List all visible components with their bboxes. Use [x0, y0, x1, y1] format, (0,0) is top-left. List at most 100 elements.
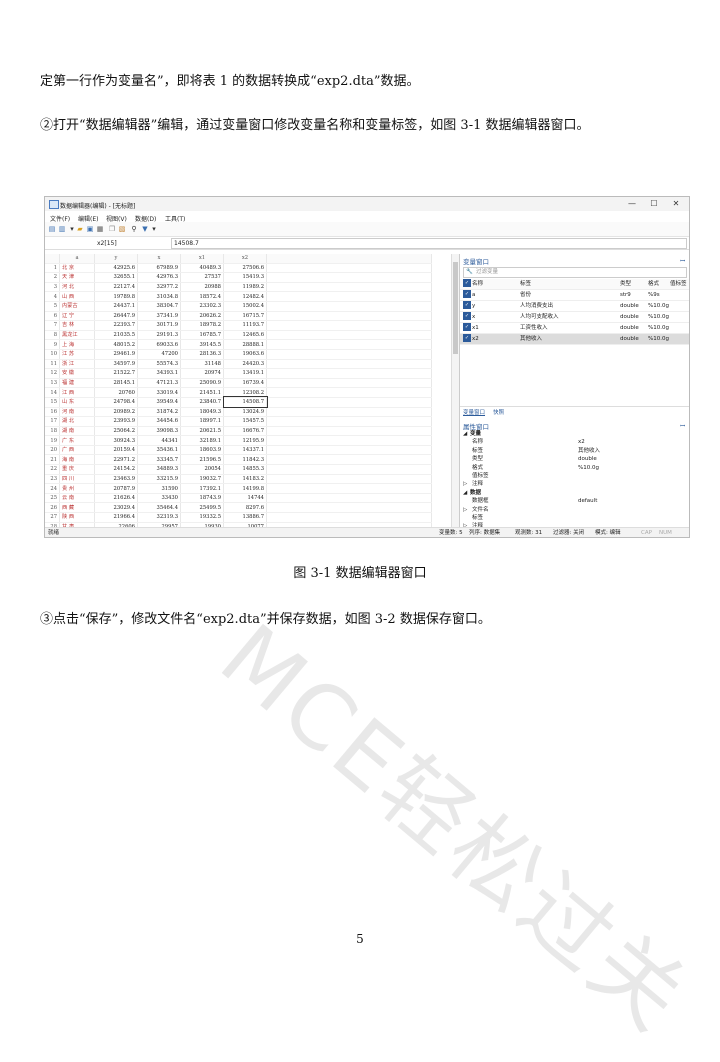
data-grid[interactable]: a y x x1 x2 1北 京 42925.6 67989.9 40489.3 275…	[45, 254, 451, 527]
cell-value[interactable]: 24420.3	[223, 359, 267, 370]
cell-value[interactable]: 25499.5	[180, 502, 224, 514]
table-row[interactable]: 18 湖 南 25064.2 39098.3 20621.5 16676.7	[45, 426, 432, 437]
cell-value[interactable]: 31874.2	[137, 407, 181, 418]
cell-value[interactable]: 31034.8	[137, 291, 181, 302]
cell-province[interactable]: 海 南	[59, 454, 95, 466]
cell-value[interactable]: 14508.7	[222, 396, 268, 408]
cell-value[interactable]: 24798.4	[94, 397, 138, 408]
minimize-button[interactable]: —	[623, 199, 641, 209]
variable-checkbox[interactable]: ✓	[463, 323, 471, 331]
cell-value[interactable]: 15002.4	[223, 301, 267, 312]
property-row[interactable]: 标签 其他收入	[460, 447, 689, 455]
cell-value[interactable]: 33345.7	[137, 454, 181, 466]
close-button[interactable]: ✕	[667, 199, 685, 209]
table-row[interactable]: 10 江 苏 29461.9 47200 28136.3 19063.6	[45, 349, 432, 360]
table-row[interactable]: 14 江 西 20760 33019.4 21451.1 12308.2	[45, 387, 432, 398]
table-row[interactable]: 23 四 川 23463.9 33215.9 19032.7 14183.2	[45, 474, 432, 485]
cell-value[interactable]: 32655.1	[94, 272, 138, 283]
cell-value[interactable]: 13419.1	[223, 368, 267, 379]
table-row[interactable]: 1北 京 42925.6 67989.9 40489.3 27506.6	[45, 263, 432, 274]
collapse-icon[interactable]: ◢	[463, 489, 467, 497]
cell-value[interactable]: 13886.7	[223, 512, 267, 523]
cell-value[interactable]: 33019.4	[137, 387, 181, 398]
col-header-x[interactable]: x	[137, 254, 181, 264]
expand-icon[interactable]: ▷	[463, 480, 467, 488]
cell-value[interactable]: 20988	[180, 282, 224, 293]
copy-icon[interactable]: ❐	[108, 225, 116, 233]
cell-province[interactable]: 贵 州	[59, 483, 95, 494]
cell-value[interactable]: 20760	[94, 387, 138, 398]
table-row[interactable]: 12 安 徽 21522.7 34393.1 20974 13419.1	[45, 368, 432, 379]
cell-value[interactable]: 19789.8	[94, 291, 138, 302]
cell-value[interactable]: 21596.5	[180, 454, 224, 466]
cell-value[interactable]: 31148	[180, 359, 224, 370]
cell-value[interactable]: 20974	[180, 368, 224, 379]
cell-province[interactable]: 江 苏	[59, 349, 95, 360]
cell-province[interactable]: 天 津	[59, 272, 95, 283]
col-header-x2[interactable]: x2	[223, 254, 267, 264]
table-row[interactable]: 22 重 庆 24154.2 34889.3 20054 14855.3	[45, 464, 432, 475]
cell-province[interactable]: 辽 宁	[59, 311, 95, 322]
table-row[interactable]: 16 河 南 20989.2 31874.2 18049.3 13024.9	[45, 407, 432, 418]
data-editor-icon[interactable]: ▤	[48, 225, 56, 233]
cell-value[interactable]: 20626.2	[180, 311, 224, 322]
cell-value[interactable]: 22971.2	[94, 454, 138, 466]
checkbox-all[interactable]: ✓	[463, 279, 471, 287]
paste-icon[interactable]: ▧	[118, 225, 126, 233]
filter-variables-input[interactable]: 🔧 过滤变量	[463, 267, 687, 278]
table-row[interactable]: 3河 北 22127.4 32977.2 20988 11989.2	[45, 282, 432, 293]
filter-dropdown-icon[interactable]: ▾	[150, 225, 158, 233]
save-icon[interactable]: ▣	[86, 225, 94, 233]
cell-value[interactable]: 23840.7	[180, 397, 224, 408]
cell-value[interactable]: 39098.3	[137, 426, 181, 437]
cell-value[interactable]: 22127.4	[94, 282, 138, 293]
cell-value[interactable]: 32977.2	[137, 282, 181, 293]
cell-value[interactable]: 35464.4	[137, 502, 181, 514]
cell-province[interactable]: 四 川	[59, 474, 95, 485]
cell-value[interactable]: 31590	[137, 483, 181, 494]
cell-value[interactable]: 39549.4	[137, 397, 181, 408]
cell-value[interactable]: 38304.7	[137, 301, 181, 312]
cell-value[interactable]: 23463.9	[94, 474, 138, 485]
cell-province[interactable]: 广 东	[59, 435, 95, 446]
cell-value[interactable]: 13024.9	[223, 407, 267, 418]
cell-value[interactable]: 22393.7	[94, 320, 138, 331]
cell-value[interactable]: 12465.6	[223, 330, 267, 341]
table-row[interactable]: 9上 海 48015.2 69033.6 39145.5 28888.1	[45, 339, 432, 350]
cell-value[interactable]: 34889.3	[137, 464, 181, 475]
cell-value[interactable]: 20787.9	[94, 483, 138, 494]
cell-value[interactable]: 21626.4	[94, 493, 138, 504]
cell-value[interactable]: 34597.9	[94, 359, 138, 370]
cell-value[interactable]: 21451.1	[180, 387, 224, 398]
cell-value[interactable]: 25090.9	[180, 378, 224, 389]
col-header-a[interactable]: a	[59, 254, 95, 264]
table-row[interactable]: 19 广 东 30924.3 44341 32189.1 12195.9	[45, 435, 432, 446]
cell-value[interactable]: 18603.9	[180, 445, 224, 456]
property-value[interactable]: default	[578, 497, 597, 505]
cell-province[interactable]: 上 海	[59, 339, 95, 350]
cell-value[interactable]: 14199.8	[223, 483, 267, 494]
property-row[interactable]: 标签	[460, 514, 689, 522]
cell-value[interactable]: 27537	[180, 272, 224, 283]
property-row[interactable]: 类型 double	[460, 455, 689, 463]
cell-value[interactable]: 21522.7	[94, 368, 138, 379]
cell-value[interactable]: 20989.2	[94, 407, 138, 418]
cell-value[interactable]: 14337.1	[223, 445, 267, 456]
cell-value[interactable]: 15457.5	[223, 416, 267, 427]
expand-icon[interactable]: ▷	[463, 506, 467, 514]
cell-value[interactable]: 34454.6	[137, 416, 181, 427]
cell-value[interactable]: 35436.1	[137, 445, 181, 456]
cell-value[interactable]: 15419.3	[223, 272, 267, 283]
cell-province[interactable]: 内蒙古	[59, 301, 95, 312]
browse-icon[interactable]: ▥	[58, 225, 66, 233]
cell-province[interactable]: 广 西	[59, 445, 95, 456]
cell-value[interactable]: 19063.6	[223, 349, 267, 360]
cell-province[interactable]: 福 建	[59, 378, 95, 389]
tab-variables[interactable]: 变量窗口	[463, 408, 485, 416]
property-row[interactable]: 格式 %10.0g	[460, 464, 689, 472]
cell-value[interactable]: 16739.4	[223, 378, 267, 389]
property-group[interactable]: ◢ 数据	[460, 489, 689, 497]
cell-value[interactable]: 48015.2	[94, 339, 138, 350]
property-group[interactable]: ◢ 变量	[460, 430, 689, 438]
cell-value[interactable]: 14744	[223, 493, 267, 504]
